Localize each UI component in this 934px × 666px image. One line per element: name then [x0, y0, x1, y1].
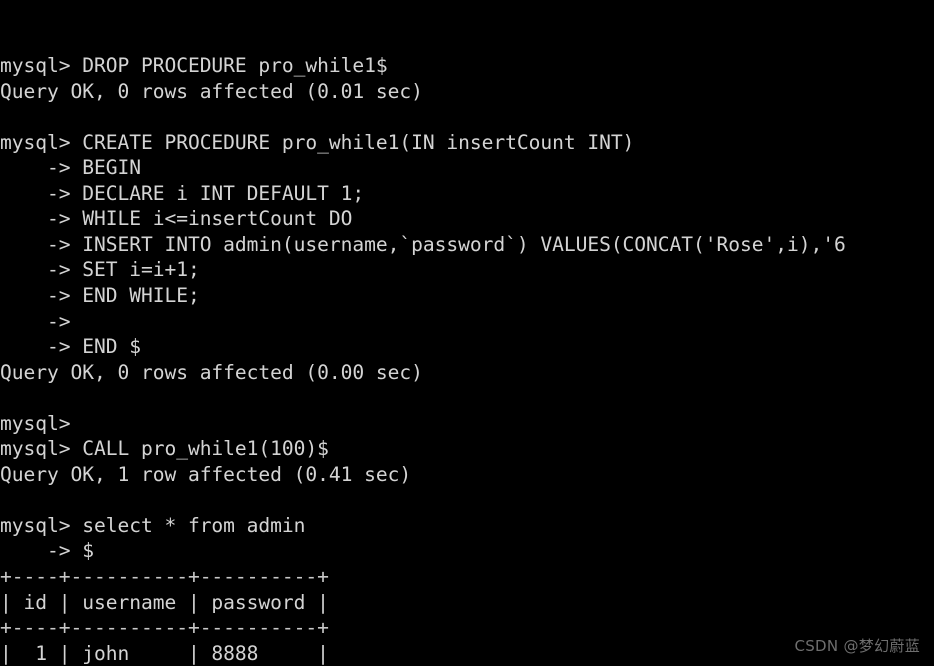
terminal-line: mysql> CREATE PROCEDURE pro_while1(IN in…: [0, 130, 635, 154]
terminal-line: -> WHILE i<=insertCount DO: [0, 207, 353, 231]
terminal-line: mysql> CALL pro_while1(100)$: [0, 437, 329, 461]
terminal-window[interactable]: mysql> DROP PROCEDURE pro_while1$ Query O…: [0, 0, 934, 666]
terminal-line: ->: [0, 309, 83, 333]
terminal-line: -> INSERT INTO admin(username,`password`…: [0, 232, 846, 256]
table-rule-top: +----+----------+----------+: [0, 565, 329, 589]
terminal-line: -> END WHILE;: [0, 284, 200, 308]
terminal-line: mysql> DROP PROCEDURE pro_while1$: [0, 54, 388, 78]
table-header-row: | id | username | password |: [0, 590, 329, 614]
terminal-line: mysql> select * from admin: [0, 513, 306, 537]
csdn-watermark: CSDN @梦幻蔚蓝: [794, 637, 920, 655]
terminal-line: Query OK, 0 rows affected (0.01 sec): [0, 79, 423, 103]
terminal-line: -> BEGIN: [0, 156, 141, 180]
terminal-line: -> SET i=i+1;: [0, 258, 200, 282]
terminal-line: Query OK, 1 row affected (0.41 sec): [0, 462, 412, 486]
terminal-line: -> DECLARE i INT DEFAULT 1;: [0, 181, 365, 205]
terminal-line: -> END $: [0, 335, 141, 359]
terminal-line: Query OK, 0 rows affected (0.00 sec): [0, 360, 423, 384]
terminal-output: mysql> DROP PROCEDURE pro_while1$ Query O…: [0, 2, 934, 666]
terminal-line: mysql>: [0, 411, 71, 435]
terminal-line: -> $: [0, 539, 94, 563]
